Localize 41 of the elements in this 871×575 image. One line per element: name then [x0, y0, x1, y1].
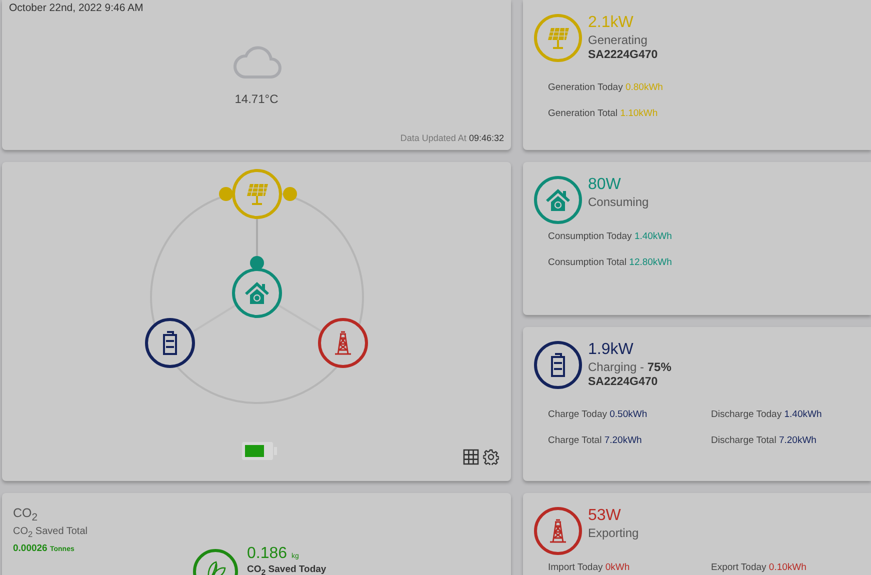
- flow-dot: [283, 187, 297, 201]
- stat-text: Generation Total 1.10kWh: [548, 108, 659, 119]
- stat-text: Consumption Today 1.40kWh: [548, 231, 673, 242]
- solar-panel-icon: [545, 25, 571, 51]
- flow-dot: [250, 256, 264, 270]
- status-text: Charging - 75%: [588, 360, 672, 374]
- stat-text: Consumption Total 12.80kWh: [548, 257, 673, 268]
- data-updated-text: Data Updated At 09:46:32: [400, 133, 504, 143]
- settings-button[interactable]: [483, 449, 499, 465]
- date-time: October 22nd, 2022 9:46 AM: [9, 2, 144, 14]
- battery-icon: [164, 332, 176, 354]
- status-text: Exporting: [588, 526, 639, 540]
- house-icon: [245, 282, 269, 304]
- status-text: Generating: [588, 33, 648, 47]
- co2-total-label: CO$_{2}$ Saved Total: [13, 526, 88, 538]
- stat-text: Discharge Today 1.40kWh: [711, 409, 823, 420]
- stat-text: Generation Today 0.80kWh: [548, 82, 664, 93]
- flow-dot: [219, 187, 233, 201]
- cloud-icon: [230, 46, 282, 80]
- stat-text: Charge Total 7.20kWh: [548, 435, 643, 446]
- battery-node[interactable]: [145, 318, 195, 368]
- power-value: 2.1kW: [588, 14, 634, 32]
- serial-number: SA2224G470: [588, 49, 658, 61]
- house-icon: [545, 187, 571, 213]
- stat-text: Charge Today 0.50kWh: [548, 409, 648, 420]
- stat-text: Export Today 0.10kWh: [711, 562, 808, 573]
- status-text: Consuming: [588, 195, 649, 209]
- temperature: 14.71°C: [234, 92, 278, 106]
- power-tower-icon: [335, 332, 351, 354]
- power-value: 53W: [588, 507, 622, 525]
- co2-title: CO$_{2}$: [13, 506, 38, 524]
- power-value: 80W: [588, 176, 622, 194]
- solar-node[interactable]: [232, 169, 282, 219]
- grid-node[interactable]: [318, 318, 368, 368]
- stat-text: Discharge Total 7.20kWh: [711, 435, 818, 446]
- table-grid-button[interactable]: [463, 449, 479, 465]
- power-value: 1.9kW: [588, 341, 634, 359]
- serial-number: SA2224G470: [588, 376, 659, 388]
- solar-panel-icon: [247, 184, 268, 205]
- co2-today-label: CO$_{2}$ Saved Today: [247, 564, 326, 575]
- stat-text: Import Today 0kWh: [548, 562, 631, 573]
